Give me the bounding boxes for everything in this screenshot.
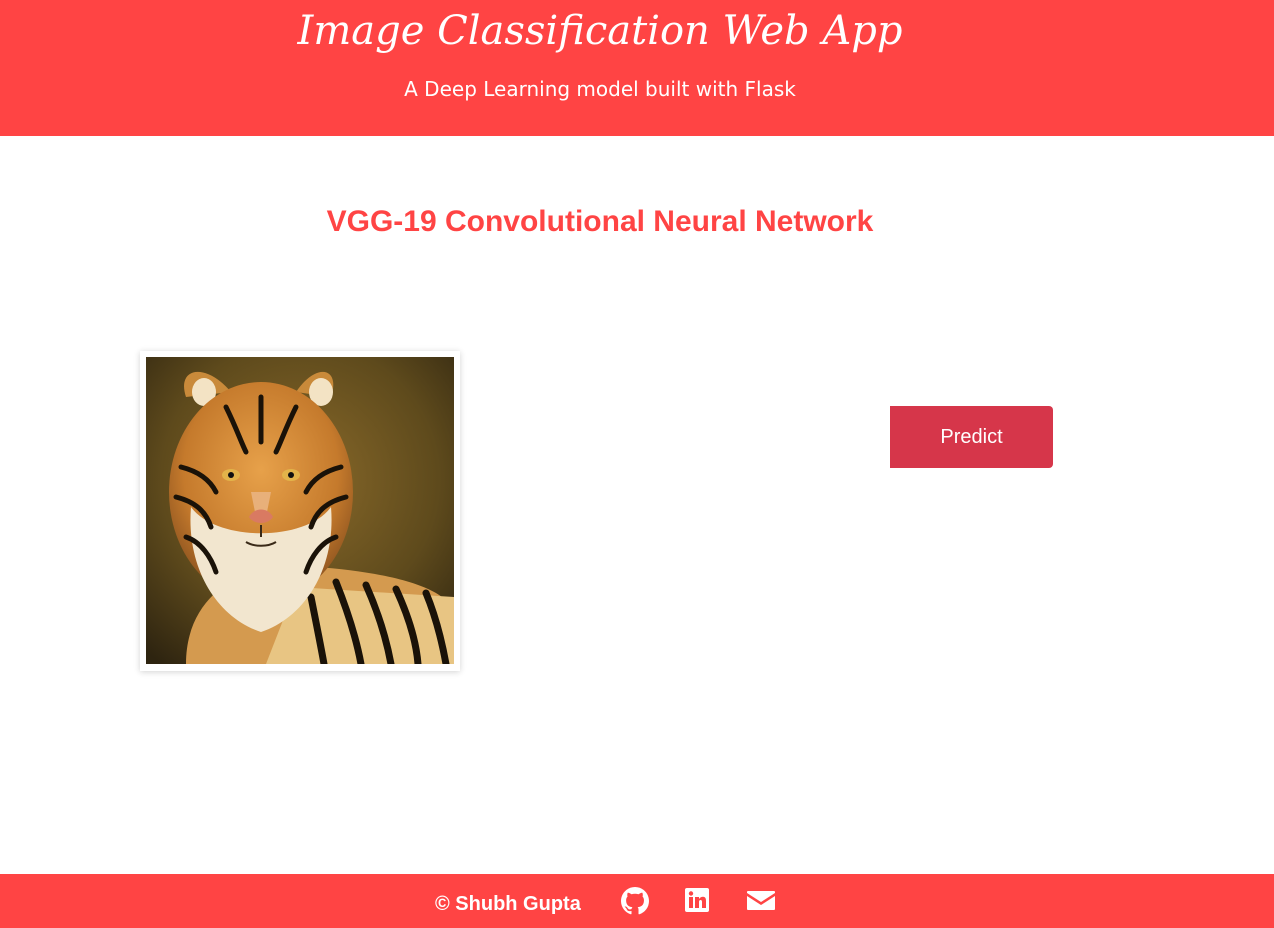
github-icon[interactable]	[621, 887, 649, 915]
site-footer: © Shubh Gupta	[0, 874, 1274, 928]
predict-button[interactable]: Predict	[890, 406, 1053, 468]
app-subtitle: A Deep Learning model built with Flask	[404, 77, 796, 101]
site-header: Image Classification Web App A Deep Lear…	[0, 0, 1274, 136]
copyright-text: © Shubh Gupta	[435, 893, 581, 915]
model-title: VGG-19 Convolutional Neural Network	[326, 205, 874, 238]
github-icon-glyph	[621, 887, 649, 915]
linkedin-icon-glyph	[685, 888, 709, 912]
envelope-icon[interactable]	[746, 887, 776, 915]
app-title: Image Classification Web App	[297, 8, 903, 54]
uploaded-image-preview	[140, 351, 460, 671]
linkedin-icon[interactable]	[684, 887, 712, 915]
envelope-icon-glyph	[747, 891, 775, 910]
tiger-image	[146, 357, 454, 664]
